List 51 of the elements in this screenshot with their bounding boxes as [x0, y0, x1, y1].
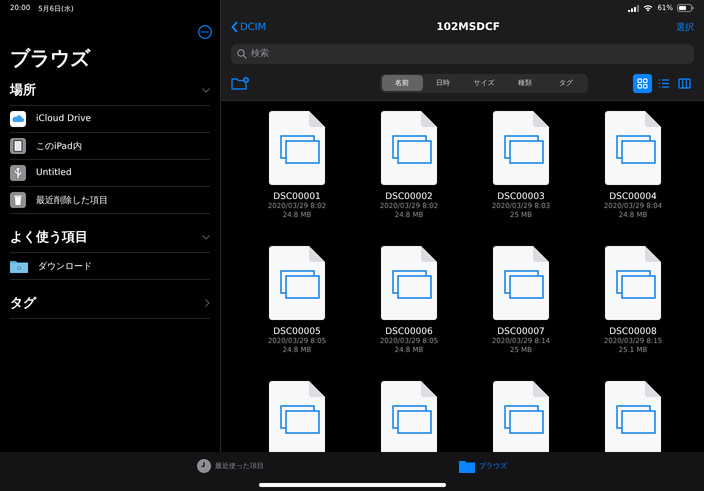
file-name: DSC00004 [609, 192, 657, 202]
chevron-left-icon[interactable] [231, 21, 238, 33]
file-name: DSC00006 [385, 327, 433, 337]
more-icon[interactable] [198, 25, 212, 39]
document-icon[interactable] [269, 246, 325, 320]
back-button[interactable]: DCIM [231, 21, 266, 33]
folder-icon [10, 259, 28, 273]
file-name: DSC00008 [609, 327, 657, 337]
search-field[interactable]: 検索 [231, 44, 694, 64]
document-icon[interactable] [605, 111, 661, 185]
document-icon[interactable] [493, 246, 549, 320]
section-header[interactable]: タグ [10, 294, 36, 312]
wifi-icon [643, 4, 654, 12]
cloud-icon [10, 111, 26, 127]
chevron-down-icon[interactable] [202, 234, 210, 240]
battery-icon [677, 4, 694, 12]
folder-title: 102MSDCF [436, 21, 500, 33]
file-name: DSC00001 [273, 192, 321, 202]
select-button[interactable]: 選択 [676, 20, 694, 34]
document-icon[interactable] [269, 111, 325, 185]
grid-view-icon[interactable] [633, 74, 652, 92]
search-icon [237, 49, 247, 59]
signal-icon [628, 4, 640, 12]
document-icon[interactable] [493, 381, 549, 452]
section-header[interactable]: 場所 [10, 81, 36, 99]
sidebar-item[interactable]: Untitled [36, 168, 72, 178]
sidebar-item[interactable]: 最近削除した項目 [36, 194, 108, 206]
document-icon[interactable] [493, 111, 549, 185]
chevron-down-icon[interactable] [202, 88, 210, 92]
sidebar-item[interactable]: iCloud Drive [36, 114, 92, 124]
folder-icon [459, 460, 475, 472]
sidebar-title: ブラウズ [10, 45, 92, 72]
file-name: DSC00005 [273, 327, 321, 337]
trash-icon [10, 192, 26, 208]
clock-icon [197, 459, 211, 473]
sidebar-item[interactable]: ダウンロード [38, 260, 92, 272]
document-icon[interactable] [381, 111, 437, 185]
document-icon[interactable] [605, 246, 661, 320]
document-icon[interactable] [269, 381, 325, 452]
file-name: DSC00002 [385, 192, 433, 202]
section-header[interactable]: よく使う項目 [10, 228, 88, 246]
document-icon[interactable] [381, 246, 437, 320]
document-icon[interactable] [381, 381, 437, 452]
file-name: DSC00003 [497, 192, 545, 202]
tablet-icon [10, 138, 26, 154]
new-folder-icon[interactable] [231, 76, 249, 90]
sidebar-item[interactable]: このiPad内 [36, 140, 82, 152]
chevron-right-icon[interactable] [205, 299, 210, 307]
file-name: DSC00007 [497, 327, 545, 337]
document-icon[interactable] [605, 381, 661, 452]
usb-icon [10, 165, 26, 181]
